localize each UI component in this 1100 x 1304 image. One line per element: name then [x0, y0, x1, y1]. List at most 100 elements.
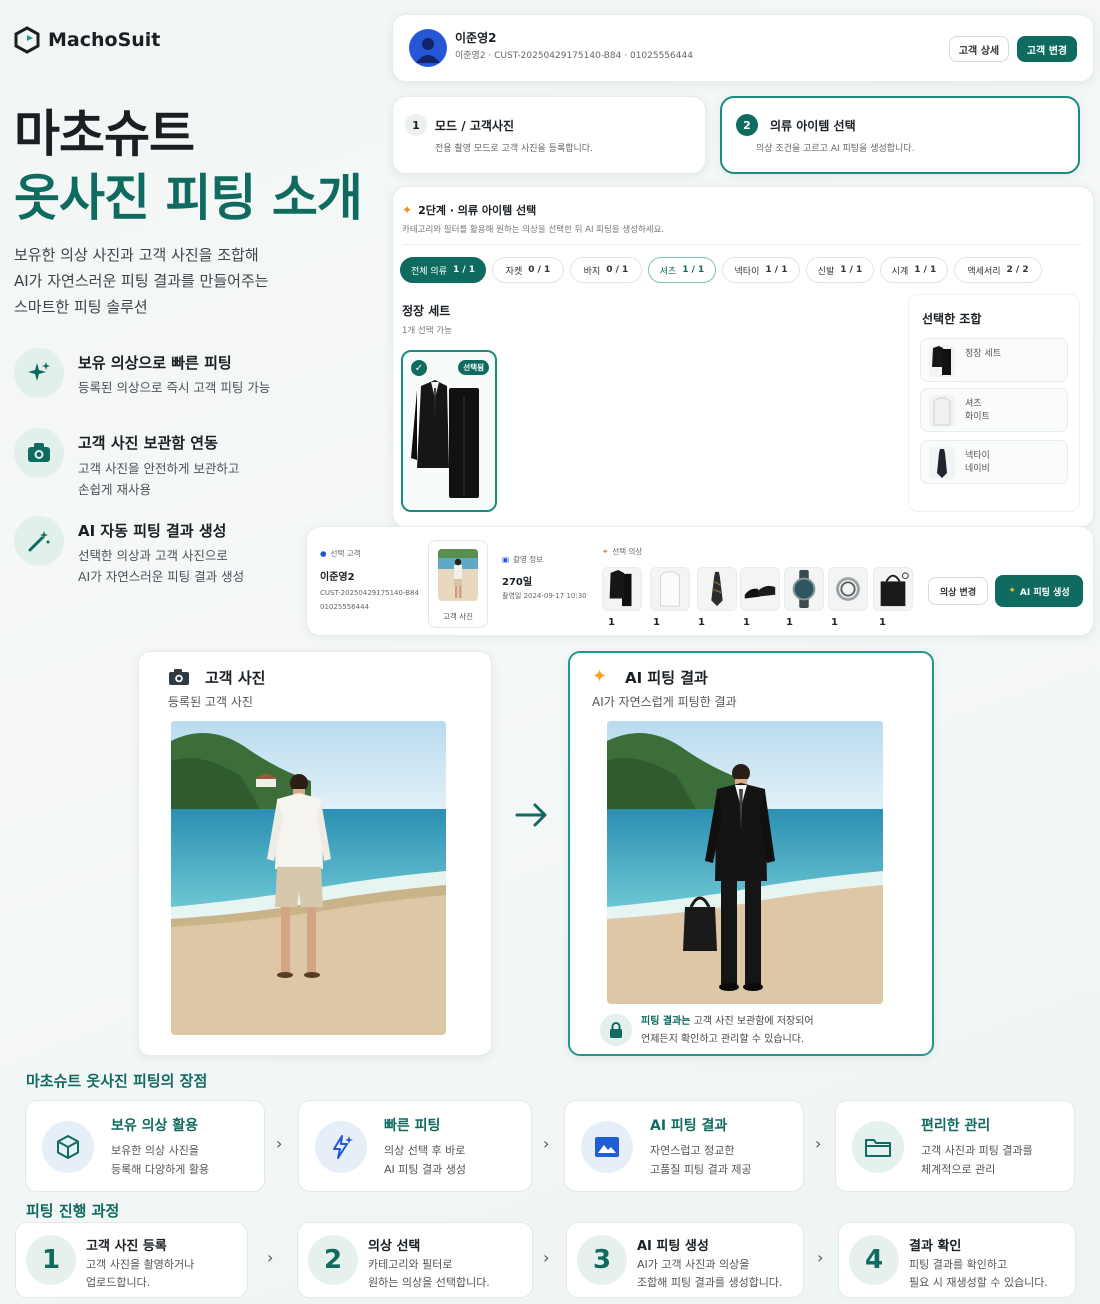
ai-fitting-generate-button[interactable]: ✦ AI 피팅 생성: [995, 575, 1083, 607]
tab-necktie[interactable]: 넥타이 1 / 1: [722, 257, 800, 283]
outfit-suit-thumbnail[interactable]: [602, 567, 642, 611]
section-sub: 1개 선택 가능: [402, 326, 452, 336]
selected-customer-name: 이준영2: [320, 572, 355, 583]
step-card-1[interactable]: 1 모드 / 고객사진 전용 촬영 모드로 고객 사진을 등록합니다.: [392, 96, 706, 174]
suit-thumbnail: [929, 345, 955, 377]
feature-title: 보유 의상으로 빠른 피팅: [78, 354, 232, 372]
advantage-desc: 고객 사진과 피팅 결과를 체계적으로 관리: [921, 1141, 1033, 1179]
step-number: 2: [308, 1235, 358, 1285]
desc-line: 의상 선택 후 바로: [384, 1144, 466, 1157]
sparkle-orange-icon: ✦: [602, 547, 609, 556]
cube-icon: [42, 1121, 94, 1173]
customer-name: 이준영2: [455, 31, 497, 45]
selected-customer-id: CUST-20250429175140-B84: [320, 589, 419, 597]
customer-change-button[interactable]: 고객 변경: [1017, 36, 1077, 62]
note-line: 고객 사진 보관함에 저장되어: [690, 1016, 814, 1027]
tab-label: 시계: [891, 266, 909, 277]
desc-line: 피팅 결과를 확인하고: [909, 1258, 1008, 1271]
tab-count: 2 / 2: [1006, 265, 1029, 275]
advantage-card: 보유 의상 활용 보유한 의상 사진을 등록해 다양하게 활용: [25, 1100, 265, 1192]
desc-line: 카테고리와 필터로: [368, 1258, 453, 1271]
tab-all[interactable]: 전체 의류 1 / 1: [400, 257, 486, 283]
feature-desc: 선택한 의상과 고객 사진으로 AI가 자연스러운 피팅 결과 생성: [78, 545, 244, 587]
button-label: AI 피팅 생성: [1019, 587, 1070, 598]
ai-result-photo: [607, 721, 883, 1004]
step-number: 1: [405, 114, 427, 136]
shirt-thumbnail: [929, 395, 955, 427]
combo-item-shirt[interactable]: 셔츠 화이트: [920, 388, 1068, 432]
combo-line: 정장 세트: [965, 349, 1001, 359]
sparkle-orange-icon: ✦: [402, 203, 413, 217]
tab-pants[interactable]: 바지 0 / 1: [570, 257, 642, 283]
sparkles-icon: [14, 348, 64, 398]
outfit-change-button[interactable]: 의상 변경: [928, 577, 988, 605]
outfit-bag-thumbnail[interactable]: [873, 567, 913, 611]
combo-item-label: 넥타이 네이비: [965, 450, 990, 476]
feature-desc-line: 고객 사진을 안전하게 보관하고: [78, 461, 240, 476]
step-title: 의상 선택: [368, 1239, 421, 1254]
step-desc: 의상 조건을 고르고 AI 피팅을 생성합니다.: [756, 144, 915, 154]
selected-outfit-label: ✦ 선택 의상: [602, 546, 642, 557]
desc-line: 고품질 피팅 결과 제공: [650, 1163, 752, 1176]
label-text: 선택 고객: [330, 549, 361, 558]
tab-jacket[interactable]: 자켓 0 / 1: [492, 257, 564, 283]
outfit-shoes-thumbnail[interactable]: [740, 567, 780, 611]
camera-icon: [168, 668, 190, 686]
outfit-watch-thumbnail[interactable]: [784, 567, 824, 611]
tab-count: 1 / 1: [765, 265, 788, 275]
hero-desc-line2: AI가 자연스러운 피팅 결과를 만들어주는: [14, 272, 269, 290]
outfit-count: 1: [831, 617, 838, 628]
tab-watch[interactable]: 시계 1 / 1: [880, 257, 948, 283]
desc-line: 고객 사진과 피팅 결과를: [921, 1144, 1033, 1157]
outfit-bracelet-thumbnail[interactable]: [828, 567, 868, 611]
outfit-count: 1: [743, 617, 750, 628]
outfit-count: 1: [608, 617, 615, 628]
process-step: 1 고객 사진 등록 고객 사진을 촬영하거나 업로드합니다.: [15, 1222, 248, 1298]
step-card-2[interactable]: 2 의류 아이템 선택 의상 조건을 고르고 AI 피팅을 생성합니다.: [720, 96, 1080, 174]
customer-meta: 이준영2 · CUST-20250429175140-B84 · 0102555…: [455, 51, 693, 61]
shoot-info-date: 촬영일 2024-09-17 10:30: [502, 592, 587, 600]
customer-photo-thumbnail: [438, 549, 478, 601]
selected-badge: 선택됨: [458, 360, 489, 375]
outfit-count: 1: [698, 617, 705, 628]
label-text: 선택 의상: [612, 547, 643, 556]
step-title: AI 피팅 생성: [637, 1239, 709, 1254]
tab-count: 1 / 1: [682, 265, 705, 275]
outfit-count: 1: [653, 617, 660, 628]
customer-photo-thumb[interactable]: 고객 사진: [428, 540, 488, 628]
process-step: 2 의상 선택 카테고리와 필터로 원하는 의상을 선택합니다.: [297, 1222, 533, 1298]
selected-customer-phone: 01025556444: [320, 603, 369, 611]
hero-description: 보유한 의상 사진과 고객 사진을 조합해 AI가 자연스러운 피팅 결과를 만…: [14, 242, 269, 320]
shoot-info-value: 270일: [502, 577, 533, 588]
advantage-title: 빠른 피팅: [384, 1118, 441, 1134]
combo-line: 화이트: [965, 412, 990, 422]
tab-shirt[interactable]: 셔츠 1 / 1: [648, 257, 716, 283]
chevron-right-icon: ›: [543, 1134, 550, 1153]
process-step: 4 결과 확인 피팅 결과를 확인하고 필요 시 재생성할 수 있습니다.: [838, 1222, 1076, 1298]
tab-count: 0 / 1: [528, 265, 551, 275]
combo-title: 선택한 조합: [922, 312, 982, 326]
desc-line: 보유한 의상 사진을: [111, 1144, 199, 1157]
divider: [402, 244, 1082, 245]
suit-item-card[interactable]: ✓ 선택됨: [401, 350, 497, 512]
chevron-right-icon: ›: [276, 1134, 283, 1153]
chevron-right-icon: ›: [815, 1134, 822, 1153]
advantage-card: AI 피팅 결과 자연스럽고 정교한 고품질 피팅 결과 제공: [564, 1100, 804, 1192]
hero-desc-line1: 보유한 의상 사진과 고객 사진을 조합해: [14, 246, 259, 264]
outfit-shirt-thumbnail[interactable]: [650, 567, 690, 611]
tab-accessories[interactable]: 액세서리 2 / 2: [954, 257, 1042, 283]
tab-shoes[interactable]: 신발 1 / 1: [806, 257, 874, 283]
brand-logo[interactable]: MachoSuit: [14, 26, 160, 54]
desc-line: 조합해 피팅 결과를 생성합니다.: [637, 1276, 783, 1289]
feature-desc-line: AI가 자연스러운 피팅 결과 생성: [78, 569, 245, 584]
combo-item-suit[interactable]: 정장 세트: [920, 338, 1068, 382]
chevron-right-icon: ›: [817, 1248, 824, 1267]
step-desc: 전용 촬영 모드로 고객 사진을 등록합니다.: [435, 144, 593, 154]
combo-item-necktie[interactable]: 넥타이 네이비: [920, 440, 1068, 484]
feature-desc-line: 손쉽게 재사용: [78, 482, 151, 497]
outfit-necktie-thumbnail[interactable]: [697, 567, 737, 611]
advantage-title: AI 피팅 결과: [650, 1118, 728, 1134]
customer-detail-button[interactable]: 고객 상세: [949, 36, 1009, 62]
note-bold: 피팅 결과는: [641, 1016, 691, 1027]
selection-heading: ✦ 2단계 · 의류 아이템 선택: [402, 202, 536, 218]
